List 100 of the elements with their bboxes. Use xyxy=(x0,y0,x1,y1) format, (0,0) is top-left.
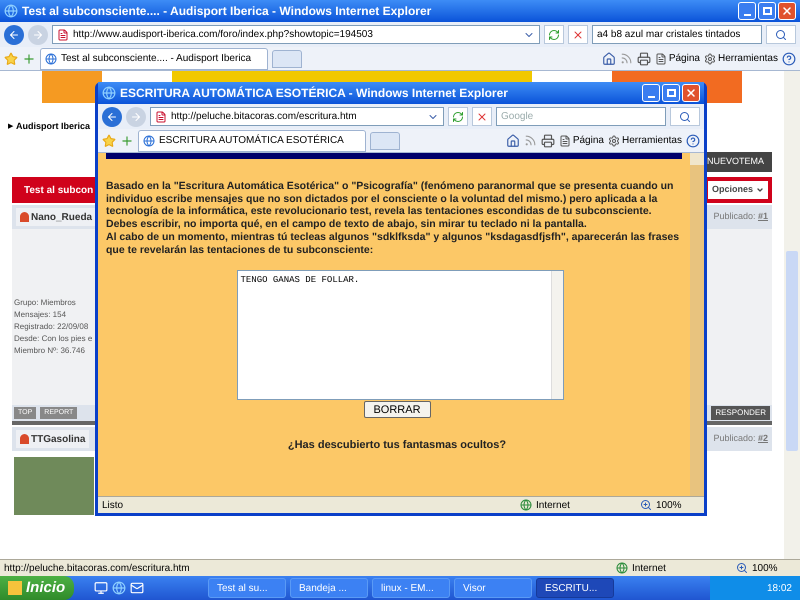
browser-icon xyxy=(4,4,18,18)
refresh-icon xyxy=(548,28,560,40)
zoom-button[interactable]: 100% xyxy=(640,498,700,512)
taskbar-button[interactable]: linux - EM... xyxy=(372,578,450,598)
clear-button[interactable]: BORRAR xyxy=(364,401,430,418)
gear-icon xyxy=(608,134,620,146)
refresh-button[interactable] xyxy=(544,25,564,44)
back-button[interactable] xyxy=(102,106,122,126)
help-icon[interactable] xyxy=(686,134,700,148)
search-field[interactable]: a4 b8 azul mar cristales tintados xyxy=(592,25,762,44)
browser-icon xyxy=(102,86,116,100)
search-button[interactable] xyxy=(766,25,796,44)
user-info-line: Desde: Con los pies e xyxy=(14,333,92,345)
minimize-button[interactable] xyxy=(738,2,756,20)
instruction-text: Al cabo de un momento, mientras tú tecleas algunos "sdklfksda" y algunos "ksdagasdfjsfh", aparecerán las frases que te revelarán las tentaciones de tu subconsciente: xyxy=(106,230,680,256)
browser-icon xyxy=(143,134,155,146)
globe-icon xyxy=(616,562,628,574)
browser-icon[interactable] xyxy=(112,581,126,595)
address-field[interactable]: http://peluche.bitacoras.com/escritura.htm xyxy=(150,107,444,126)
windows-flag-icon xyxy=(8,581,22,595)
search-button[interactable] xyxy=(670,107,700,126)
search-icon xyxy=(679,110,691,122)
username: Nano_Rueda xyxy=(31,210,92,224)
toolbar-menu-button[interactable]: Página xyxy=(558,133,604,148)
taskbar-button[interactable]: Visor xyxy=(454,578,532,598)
user-icon xyxy=(20,212,29,222)
browser-icon xyxy=(45,52,57,64)
zone-label: Internet xyxy=(632,562,666,576)
forward-arrow-icon xyxy=(32,28,44,40)
refresh-icon xyxy=(452,110,464,122)
zoom-icon xyxy=(736,562,748,574)
globe-icon xyxy=(520,499,532,511)
page-icon xyxy=(155,110,167,122)
help-icon[interactable] xyxy=(782,52,796,66)
username: TTGasolina xyxy=(31,432,86,446)
taskbar-button[interactable]: Bandeja ... xyxy=(290,578,368,598)
minimize-button[interactable] xyxy=(642,84,660,102)
zoom-button[interactable]: 100% xyxy=(736,560,796,576)
breadcrumb-link[interactable]: Audisport Iberica xyxy=(16,120,90,134)
stop-button[interactable] xyxy=(568,25,588,44)
back-button[interactable] xyxy=(4,24,24,44)
user-info-line: Registrado: 22/09/08 xyxy=(14,321,88,333)
user-info-line: Miembro Nº: 36.746 xyxy=(14,345,85,357)
post-date-label: Publicado: #2 xyxy=(713,432,768,446)
zoom-icon xyxy=(640,499,652,511)
close-button[interactable] xyxy=(682,84,700,102)
back-arrow-icon xyxy=(8,28,20,40)
home-icon[interactable] xyxy=(602,52,616,66)
zone-label: Internet xyxy=(536,498,570,512)
page-icon xyxy=(57,28,69,40)
user-info-line: Mensajes: 154 xyxy=(14,309,66,321)
taskbar-button[interactable]: ESCRITU... xyxy=(536,578,614,598)
browser-tab[interactable]: Test al subconsciente.... - Audisport Iberica xyxy=(40,48,268,70)
close-icon xyxy=(781,5,793,17)
toolbar-menu-button[interactable]: Página xyxy=(654,51,700,66)
page-icon xyxy=(654,52,667,64)
stop-icon xyxy=(572,28,584,40)
add-favorite-icon[interactable] xyxy=(22,52,36,66)
toolbar-menu-button[interactable]: Herramientas xyxy=(608,133,682,148)
scrollbar-thumb[interactable] xyxy=(786,251,798,451)
print-icon[interactable] xyxy=(540,134,555,148)
back-arrow-icon xyxy=(106,110,118,122)
post-date-label: Publicado: #1 xyxy=(713,210,768,224)
scrollbar[interactable] xyxy=(690,153,704,496)
search-icon xyxy=(775,28,787,40)
taskbar-button[interactable]: Test al su... xyxy=(208,578,286,598)
close-icon xyxy=(685,87,697,99)
mail-icon[interactable] xyxy=(130,581,144,595)
scrollbar[interactable] xyxy=(550,271,562,400)
stop-icon xyxy=(476,110,488,122)
home-icon[interactable] xyxy=(506,134,520,148)
stop-button[interactable] xyxy=(472,107,492,126)
add-favorite-icon[interactable] xyxy=(120,134,134,148)
refresh-button[interactable] xyxy=(448,107,468,126)
desktop-icon[interactable] xyxy=(94,581,108,595)
page-icon xyxy=(558,134,571,146)
address-field[interactable]: http://www.audisport-iberica.com/foro/index.php?showtopic=194503 xyxy=(52,25,540,44)
feed-icon[interactable] xyxy=(620,52,633,65)
instruction-text: Basado en la "Escritura Automática Esotérica" o "Psicografía" (fenómeno paranormal que se presenta cuando un individuo escribe mensajes que no son dictados por el consciente o la voluntad del mismo.) pero aplicada a la tecnología de la informática, este revolucionario test, revela las tentaciones escondidas de tu subconsciente. xyxy=(106,180,674,218)
window-title: ESCRITURA AUTOMÁTICA ESOTÉRICA - Windows Internet Explorer xyxy=(120,85,509,102)
forward-arrow-icon xyxy=(130,110,142,122)
reply-button[interactable]: RESPONDER xyxy=(711,406,770,420)
close-button[interactable] xyxy=(778,2,796,20)
toolbar-menu-button[interactable]: Herramientas xyxy=(704,51,778,66)
scrollbar[interactable] xyxy=(784,71,800,559)
ad-banner xyxy=(42,71,102,103)
options-button[interactable]: Opciones xyxy=(708,181,768,199)
print-icon[interactable] xyxy=(636,52,651,66)
maximize-button[interactable] xyxy=(758,2,776,20)
instruction-text: Debes escribir, no importa qué, en el campo de texto de abajo, sin mirar tu teclado ni la pantalla. xyxy=(106,218,587,231)
caret-icon xyxy=(756,186,764,194)
browser-tab[interactable]: ESCRITURA AUTOMÁTICA ESOTÉRICA xyxy=(138,130,366,152)
user-info-line: Grupo: Miembros xyxy=(14,297,76,309)
maximize-button[interactable] xyxy=(662,84,680,102)
text-area[interactable]: TENGO GANAS DE FOLLAR. xyxy=(236,270,564,400)
question-text: ¿Has descubierto tus fantasmas ocultos? xyxy=(288,438,506,454)
user-icon xyxy=(20,434,29,444)
window-title: Test al subconsciente.... - Audisport Iberica - Windows Internet Explorer xyxy=(22,3,432,20)
topic-title: Test al subcon xyxy=(24,184,94,198)
feed-icon[interactable] xyxy=(524,134,537,147)
